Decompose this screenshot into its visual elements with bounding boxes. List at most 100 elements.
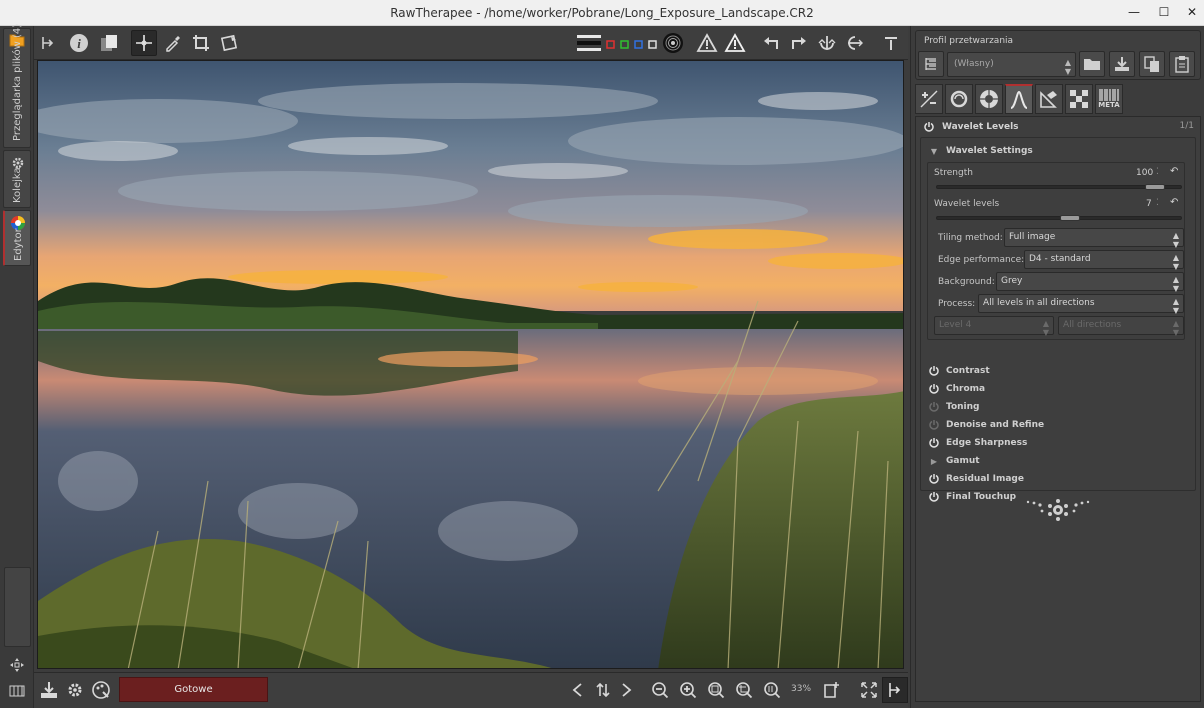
navigator-button[interactable] (4, 652, 30, 678)
fullscreen-button[interactable] (856, 677, 882, 703)
spin-dots-icon[interactable]: ⁚ (1156, 167, 1159, 177)
profile-list-button[interactable] (918, 51, 944, 77)
window-title: RawTherapee - /home/worker/Pobrane/Long_… (390, 6, 814, 20)
subtool-label: Chroma (946, 384, 986, 394)
subtool-row[interactable]: ▶ Gamut (927, 454, 980, 468)
rgb-channels-button[interactable] (604, 30, 660, 56)
edge-performance-select[interactable]: D4 - standard ▲ ▼ (1024, 250, 1184, 271)
wavelet-levels-slider-thumb[interactable] (1060, 215, 1080, 221)
barcode-icon (1099, 89, 1119, 101)
close-icon: ✕ (1186, 5, 1198, 19)
focus-mask-button[interactable] (660, 30, 686, 56)
zoom-100-icon (764, 682, 781, 699)
zoom-fit-button[interactable] (703, 677, 729, 703)
wavelet-settings-title: Wavelet Settings (946, 146, 1033, 156)
strength-slider-thumb[interactable] (1145, 184, 1165, 190)
tab-advanced[interactable] (1005, 84, 1033, 114)
tab-queue-label: Kolejka (12, 167, 23, 203)
power-icon (927, 401, 941, 413)
maximize-button[interactable]: ☐ (1150, 2, 1178, 22)
reset-icon: ↶ (1170, 166, 1179, 177)
queue-icon (68, 683, 82, 697)
save-icon (41, 682, 57, 698)
wavelet-levels-slider[interactable] (936, 215, 1182, 221)
tab-exposure[interactable] (915, 84, 943, 114)
copy-profile-button[interactable] (1139, 51, 1165, 77)
tab-file-browser[interactable]: Przeglądarka plików (4) (3, 24, 31, 148)
tab-raw[interactable] (1065, 84, 1093, 114)
open-profile-button[interactable] (1079, 51, 1105, 77)
level-value: Level 4 (939, 320, 972, 330)
subtool-row[interactable]: Final Touchup (927, 490, 1016, 504)
subtool-label: Final Touchup (946, 492, 1017, 502)
strength-reset-button[interactable]: ↶ (1170, 166, 1178, 177)
zoom-fit-crop-button[interactable] (731, 677, 757, 703)
subtool-row[interactable]: Residual Image (927, 472, 1024, 486)
zoom-100-button[interactable] (759, 677, 785, 703)
prev-image-button[interactable] (566, 677, 592, 703)
zoom-in-button[interactable] (675, 677, 701, 703)
minimize-button[interactable]: — (1120, 2, 1148, 22)
process-select[interactable]: All levels in all directions ▲ ▼ (978, 294, 1184, 315)
underexposure-warning-button[interactable] (694, 30, 720, 56)
tab-color[interactable] (975, 84, 1003, 114)
tab-editor[interactable]: Edytor (3, 210, 31, 266)
background-value: Grey (1001, 276, 1023, 286)
strength-label: Strength (934, 168, 973, 178)
new-detail-window-icon (824, 682, 839, 698)
tab-queue[interactable]: Kolejka (3, 150, 31, 208)
overexposure-warning-button[interactable] (722, 30, 748, 56)
wavelet-levels-header[interactable]: Wavelet Levels (922, 120, 1019, 134)
subtool-row[interactable]: Edge Sharpness (927, 436, 1027, 450)
tiling-method-select[interactable]: Full image ▲ ▼ (1004, 228, 1184, 249)
next-image-button[interactable] (612, 677, 638, 703)
hide-history-button[interactable] (34, 30, 60, 56)
subtool-row[interactable]: Denoise and Refine (927, 418, 1044, 432)
straighten-button[interactable] (216, 30, 242, 56)
direction-select: All directions ▲ ▼ (1058, 316, 1184, 337)
spin-dots-icon[interactable]: ⁚ (1156, 198, 1159, 208)
image-preview[interactable] (37, 60, 904, 669)
filmstrip-button[interactable] (4, 678, 30, 704)
tab-transform[interactable] (1035, 84, 1063, 114)
subtool-row[interactable]: Toning (927, 400, 979, 414)
strength-value: 100 (1136, 168, 1154, 178)
zoom-in-icon (680, 682, 697, 699)
rotate-left-button[interactable] (758, 30, 784, 56)
direction-value: All directions (1063, 320, 1122, 330)
rotate-right-button[interactable] (786, 30, 812, 56)
hide-toolbar-button[interactable] (878, 30, 904, 56)
tab-metadata-label: META (1098, 101, 1120, 109)
power-icon (927, 491, 941, 503)
before-after-button[interactable] (96, 30, 122, 56)
hide-history-icon (42, 37, 54, 49)
prev-image-icon (572, 683, 582, 697)
info-button[interactable]: i (66, 30, 92, 56)
background-select[interactable]: Grey ▲ ▼ (996, 272, 1184, 293)
external-editor-button[interactable] (88, 677, 114, 703)
wavelet-levels-reset-button[interactable]: ↶ (1170, 197, 1178, 208)
subtool-row[interactable]: Chroma (927, 382, 985, 396)
wavelet-settings-header[interactable]: ▼ Wavelet Settings (927, 144, 1033, 158)
hide-panel-button[interactable] (882, 677, 908, 703)
close-button[interactable]: ✕ (1178, 2, 1204, 22)
profile-title: Profil przetwarzania (924, 36, 1014, 46)
crop-button[interactable] (188, 30, 214, 56)
new-detail-window-button[interactable] (819, 677, 845, 703)
color-picker-button[interactable] (160, 30, 186, 56)
hand-tool-button[interactable] (131, 30, 157, 56)
tab-detail[interactable] (945, 84, 973, 114)
subtool-row[interactable]: Contrast (927, 364, 990, 378)
queue-button[interactable] (62, 677, 88, 703)
save-profile-button[interactable] (1109, 51, 1135, 77)
preview-mode-button[interactable] (574, 30, 604, 56)
paste-profile-button[interactable] (1169, 51, 1195, 77)
save-button[interactable] (36, 677, 62, 703)
strength-slider[interactable] (936, 184, 1182, 190)
zoom-out-button[interactable] (647, 677, 673, 703)
tab-metadata[interactable]: META (1095, 84, 1123, 114)
collapse-arrow-icon: ▼ (930, 146, 938, 156)
flip-horizontal-button[interactable] (842, 30, 868, 56)
flip-vertical-button[interactable] (814, 30, 840, 56)
profile-select[interactable]: (Własny) ▲ ▼ (947, 52, 1076, 77)
